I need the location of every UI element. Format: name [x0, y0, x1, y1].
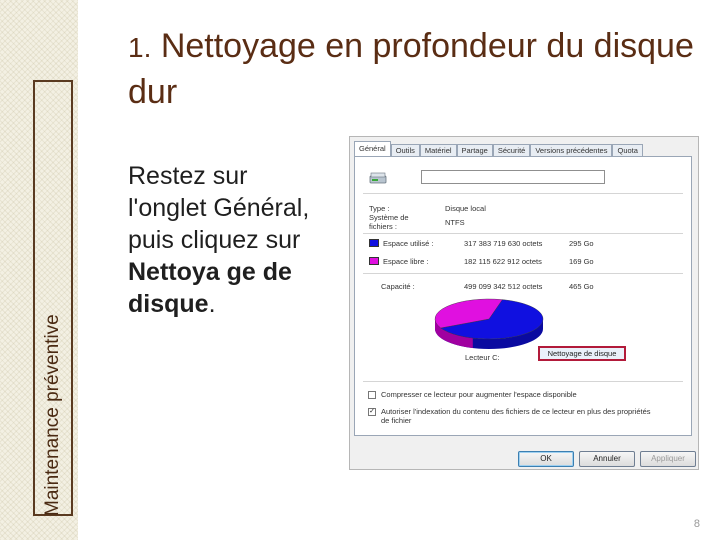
- body-text-plain: Restez sur l'onglet Général, puis clique…: [128, 162, 310, 254]
- disk-usage-pie: [434, 298, 544, 349]
- free-space-bytes: 182 115 622 912 octets: [464, 257, 542, 266]
- drive-letter-label: Lecteur C:: [465, 353, 500, 362]
- disk-cleanup-button[interactable]: Nettoyage de disque: [538, 346, 626, 361]
- capacity-size: 465 Go: [569, 282, 594, 291]
- general-tab-panel: Type : Disque local Système de fichiers …: [354, 156, 692, 436]
- compress-checkbox[interactable]: [368, 391, 376, 399]
- filesystem-value: NTFS: [445, 218, 465, 227]
- cancel-button[interactable]: Annuler: [579, 451, 635, 467]
- type-label: Type :: [369, 204, 390, 213]
- page-number: 8: [693, 518, 700, 530]
- body-text-end: .: [208, 290, 216, 318]
- separator: [363, 273, 683, 274]
- separator: [363, 193, 683, 194]
- properties-dialog: Général Outils Matériel Partage Sécurité…: [349, 136, 699, 470]
- index-label: Autoriser l'indexation du contenu des fi…: [381, 407, 651, 425]
- slide-title: 1. Nettoyage en profondeur du disque dur: [128, 24, 698, 114]
- drive-icon: [369, 172, 387, 184]
- tab-bar: Général Outils Matériel Partage Sécurité…: [354, 141, 643, 157]
- index-checkbox[interactable]: ✓: [368, 408, 376, 416]
- apply-button[interactable]: Appliquer: [640, 451, 696, 467]
- separator: [363, 381, 683, 382]
- title-number: 1.: [128, 32, 152, 63]
- type-value: Disque local: [445, 204, 486, 213]
- slide-body: Restez sur l'onglet Général, puis clique…: [128, 160, 328, 320]
- used-space-size: 295 Go: [569, 239, 594, 248]
- capacity-label: Capacité :: [381, 282, 415, 291]
- used-space-bytes: 317 383 719 630 octets: [464, 239, 543, 248]
- tab-general[interactable]: Général: [354, 141, 391, 157]
- filesystem-label: Système de fichiers :: [369, 213, 409, 231]
- ok-button[interactable]: OK: [518, 451, 574, 467]
- free-space-swatch: [369, 257, 379, 265]
- free-space-size: 169 Go: [569, 257, 594, 266]
- title-text: Nettoyage en profondeur du disque dur: [128, 27, 694, 111]
- sidebar-label: Maintenance préventive: [42, 314, 63, 516]
- capacity-bytes: 499 099 342 512 octets: [464, 282, 543, 291]
- free-space-label: Espace libre :: [383, 257, 429, 266]
- used-space-swatch: [369, 239, 379, 247]
- drive-name-input[interactable]: [421, 170, 605, 184]
- used-space-label: Espace utilisé :: [383, 239, 434, 248]
- compress-label: Compresser ce lecteur pour augmenter l'e…: [381, 390, 577, 399]
- separator: [363, 233, 683, 234]
